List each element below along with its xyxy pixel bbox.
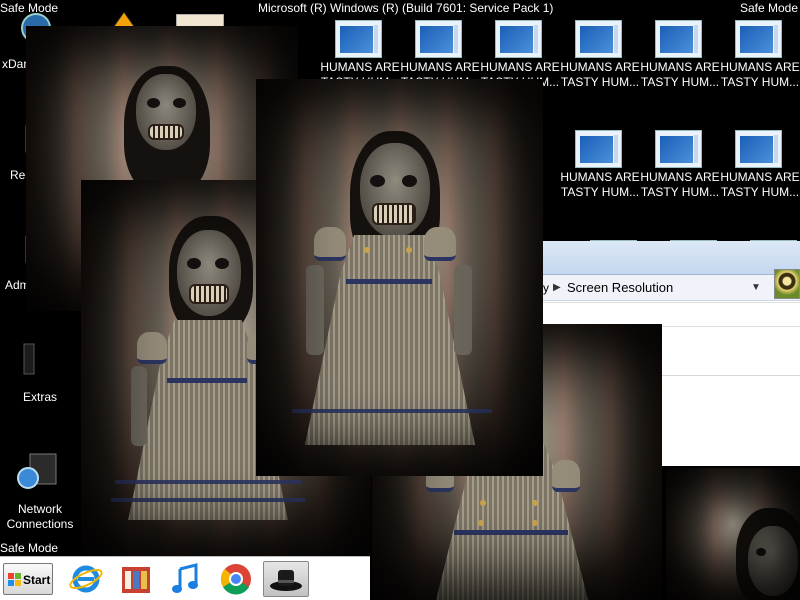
chrome-icon bbox=[220, 564, 251, 595]
desktop-file-icon[interactable]: HUMANS ARETASTY HUM... bbox=[640, 128, 720, 208]
address-dropdown-icon[interactable]: ▼ bbox=[751, 282, 761, 293]
window-titlebar bbox=[543, 241, 800, 275]
window-content bbox=[543, 302, 800, 326]
file-thumbnail-icon bbox=[655, 20, 702, 58]
breadcrumb-arrow-icon: ▶ bbox=[553, 282, 561, 293]
taskbar: Start bbox=[0, 556, 370, 600]
taskbar-app-library[interactable] bbox=[116, 561, 156, 597]
network-connections-icon bbox=[12, 452, 58, 490]
creepy-doll-image bbox=[666, 468, 800, 600]
internet-explorer-icon bbox=[69, 565, 103, 593]
file-label: HUMANS ARETASTY HUM... bbox=[640, 170, 720, 199]
address-bar[interactable]: y ▶ Screen Resolution ▼ bbox=[543, 275, 800, 301]
screen-resolution-window: y ▶ Screen Resolution ▼ bbox=[543, 241, 800, 326]
build-watermark: Microsoft (R) Windows (R) (Build 7601: S… bbox=[258, 1, 554, 15]
taskbar-app-chrome[interactable] bbox=[216, 561, 256, 597]
desktop-shortcut-label: Network Connections bbox=[6, 502, 74, 531]
creepy-doll-image bbox=[256, 79, 543, 476]
file-thumbnail-icon bbox=[735, 20, 782, 58]
breadcrumb-prev[interactable]: y bbox=[543, 281, 549, 295]
hat-icon bbox=[270, 570, 302, 591]
file-thumbnail-icon bbox=[415, 20, 462, 58]
desktop-shortcut-label: Extras bbox=[22, 390, 57, 404]
breadcrumb-current[interactable]: Screen Resolution bbox=[567, 280, 673, 295]
file-thumbnail-icon bbox=[575, 20, 622, 58]
library-icon bbox=[122, 567, 150, 593]
desktop-file-icon[interactable]: HUMANS ARETASTY HUM... bbox=[560, 18, 640, 98]
desktop-file-icon[interactable]: HUMANS ARETASTY HUM... bbox=[640, 18, 720, 98]
file-thumbnail-icon bbox=[495, 20, 542, 58]
taskbar-app-internet-explorer[interactable] bbox=[66, 561, 106, 597]
file-label: HUMANS ARETASTY HUM... bbox=[560, 170, 640, 199]
windows-logo-icon bbox=[8, 573, 21, 586]
safe-mode-label-bottom-left: Safe Mode bbox=[0, 541, 59, 555]
desktop: Safe Mode Safe Mode Microsoft (R) Window… bbox=[0, 0, 800, 600]
start-label: Start bbox=[23, 573, 51, 587]
user-avatar-icon bbox=[774, 269, 800, 299]
file-thumbnail-icon bbox=[655, 130, 702, 168]
file-label: HUMANS ARETASTY HUM... bbox=[640, 60, 720, 89]
file-label: HUMANS ARETASTY HUM... bbox=[560, 60, 640, 89]
music-icon bbox=[172, 563, 198, 593]
file-thumbnail-icon bbox=[575, 130, 622, 168]
safe-mode-label-top-left: Safe Mode bbox=[0, 1, 59, 15]
start-button[interactable]: Start bbox=[3, 563, 53, 595]
desktop-file-icon[interactable]: HUMANS ARETASTY HUM... bbox=[720, 128, 800, 208]
taskbar-app-hat[interactable] bbox=[263, 561, 309, 597]
file-label: HUMANS ARETASTY HUM... bbox=[720, 170, 800, 199]
taskbar-app-music[interactable] bbox=[166, 561, 206, 597]
desktop-file-icon[interactable]: HUMANS ARETASTY HUM... bbox=[560, 128, 640, 208]
extras-icon bbox=[12, 340, 58, 378]
desktop-file-icon[interactable]: HUMANS ARETASTY HUM... bbox=[720, 18, 800, 98]
window-content-panel bbox=[661, 326, 800, 466]
file-thumbnail-icon bbox=[735, 130, 782, 168]
safe-mode-label-top-right: Safe Mode bbox=[739, 1, 798, 15]
file-label: HUMANS ARETASTY HUM... bbox=[720, 60, 800, 89]
file-thumbnail-icon bbox=[335, 20, 382, 58]
